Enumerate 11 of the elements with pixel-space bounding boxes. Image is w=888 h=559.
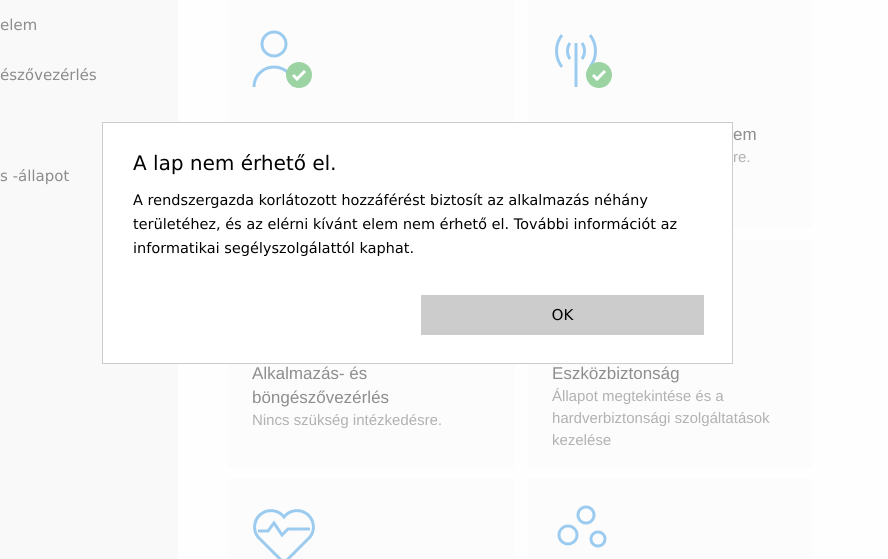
card-description: Állapot megtekintése és a hardverbiztonsági szolgáltatások kezelése xyxy=(552,387,771,451)
card-title[interactable]: Eszközbiztonság xyxy=(552,362,802,386)
ok-button[interactable]: OK xyxy=(421,295,704,335)
card-description: re. xyxy=(733,148,752,168)
sidebar-item[interactable]: észővezérlés xyxy=(0,64,178,114)
card-title[interactable]: em xyxy=(733,123,803,147)
card-description: Nincs szükség intézkedésre. xyxy=(252,411,444,431)
dialog-title: A lap nem érhető el. xyxy=(133,150,338,177)
sidebar-item[interactable]: elem xyxy=(0,14,178,64)
dialog-message: A rendszergazda korlátozott hozzáférést biztosít az alkalmazás néhány területéhez, és az elérni kívánt elem nem érhető el. További információt az informatikai segélyszolgálattól kaphat. xyxy=(133,192,678,259)
card-title[interactable]: Alkalmazás- és böngészővezérlés xyxy=(252,362,502,410)
